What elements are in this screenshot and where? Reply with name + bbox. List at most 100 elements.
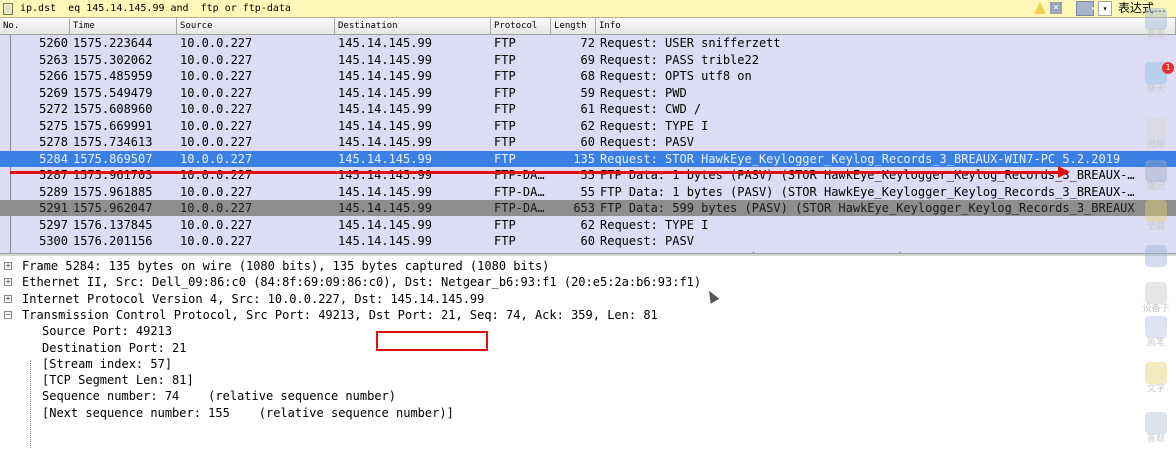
packet-length: 60 [580,234,595,248]
packet-row[interactable]: 5278 1575.734613 10.0.0.227 145.14.145.99 FT… [0,134,1176,150]
chat-badge: 1 [1162,62,1174,74]
packet-row[interactable]: 5300 1576.201156 10.0.0.227 145.14.145.99 FT… [0,233,1176,249]
warning-icon [1034,2,1046,14]
apply-filter-button[interactable] [1076,1,1094,16]
side-tool-button[interactable]: 答题 [1140,412,1172,445]
side-tool-icon [1145,412,1167,434]
packet-source: 10.0.0.227 [180,151,253,166]
packet-time: 1575.961885 [73,184,153,199]
side-tool-button[interactable]: 截图 [1140,8,1172,41]
side-tool-icon [1145,245,1167,267]
packet-row[interactable]: 5272 1575.608960 10.0.0.227 145.14.145.99 FT… [0,101,1176,117]
packet-list[interactable]: 5260 1575.223644 10.0.0.227 145.14.145.99 FT… [0,35,1176,253]
side-tool-button[interactable] [1140,245,1172,267]
column-source[interactable]: Source [177,18,335,34]
packet-row[interactable]: 5297 1576.137845 10.0.0.227 145.14.145.99 FT… [0,217,1176,233]
packet-info: Request: OPTS utf8 on [600,69,752,83]
detail-item-text: Transmission Control Protocol, Src Port:… [22,307,658,322]
tcp-field-text: Sequence number: 74 (relative sequence n… [42,389,397,404]
side-tool-icon [1145,160,1167,182]
packet-row[interactable]: 5266 1575.485959 10.0.0.227 145.14.145.99 FT… [0,68,1176,84]
packet-info: Request: PASV [600,234,694,248]
packet-no: 5266 [39,69,68,83]
column-destination[interactable]: Destination [335,18,491,34]
packet-source: 10.0.0.227 [180,69,253,83]
packet-row[interactable]: 5284 1575.869507 10.0.0.227 145.14.145.99 FT… [0,150,1176,167]
packet-row[interactable]: 5263 1575.302062 10.0.0.227 145.14.145.99 FT… [0,52,1176,68]
packet-protocol: FTP-DA… [494,184,545,199]
packet-info: FTP Data: 1 bytes (PASV) (STOR HawkEye_K… [600,168,1135,182]
packet-time: 1575.669991 [73,118,153,133]
packet-length: 69 [580,52,595,67]
packet-protocol: FTP [494,36,516,50]
side-tool-button[interactable]: 全屏 [1140,200,1172,233]
packet-info: Request: PWD [600,85,687,100]
packet-info: Request: PASV [600,135,694,149]
tcp-field-text: [Stream index: 57] [42,356,173,371]
packet-info: Request: CWD / [600,102,702,116]
packet-no: 5300 [39,234,68,248]
packet-row[interactable]: 5289 1575.961885 10.0.0.227 145.14.145.99 FT… [0,184,1176,200]
detail-tree-line [30,360,31,449]
packet-no: 5275 [39,118,68,133]
packet-protocol: FTP [494,85,516,100]
expand-toggle-icon[interactable]: − [4,310,12,319]
column-time[interactable]: Time [70,18,177,34]
packet-protocol: FTP [494,217,516,232]
side-tool-icon [1145,200,1167,222]
detail-item-text: Ethernet II, Src: Dell_09:86:c0 (84:8f:6… [22,275,702,290]
side-tool-label: 答题 [1146,434,1165,444]
packet-length: 60 [580,135,595,149]
side-tool-label: 设备于 [1142,304,1170,314]
packet-time: 1575.302062 [73,52,153,67]
packet-time: 1575.734613 [73,135,153,149]
side-tool-icon [1145,282,1167,304]
side-tool-button[interactable]: 文字 [1140,362,1172,395]
column-no[interactable]: No. [0,18,70,34]
packet-length: 653 [573,201,595,215]
packet-no: 5287 [39,168,68,182]
expand-toggle-icon[interactable]: + [4,278,12,287]
packet-source: 10.0.0.227 [180,85,253,100]
clear-filter-icon[interactable]: ✕ [1050,2,1062,14]
side-tool-icon [1145,118,1167,140]
column-info[interactable]: Info [596,18,1176,34]
bookmark-icon[interactable] [3,3,13,15]
side-tool-icon [1145,316,1167,338]
packet-destination: 145.14.145.99 [338,151,432,166]
display-filter-input[interactable]: ip.dst eq 145.14.145.99 and ftp or ftp-d… [20,2,291,16]
side-tool-button[interactable]: 擦除 [1140,118,1172,151]
packet-destination: 145.14.145.99 [338,184,432,199]
packet-length: 72 [580,36,595,50]
column-protocol[interactable]: Protocol [491,18,551,34]
side-tool-button[interactable]: 设备于 [1140,282,1172,315]
packet-source: 10.0.0.227 [180,102,253,116]
packet-destination: 145.14.145.99 [338,102,432,116]
packet-destination: 145.14.145.99 [338,217,432,232]
packet-row[interactable]: 5275 1575.669991 10.0.0.227 145.14.145.99 FT… [0,118,1176,134]
packet-no: 5284 [39,151,68,166]
tcp-field-text: [Next sequence number: 155 (relative seq… [42,405,454,420]
filter-history-dropdown[interactable]: ▾ [1098,1,1112,16]
packet-row[interactable]: 5269 1575.549479 10.0.0.227 145.14.145.99 FT… [0,85,1176,101]
column-length[interactable]: Length [551,18,596,34]
tcp-field-text: Source Port: 49213 [42,324,173,339]
packet-no: 5269 [39,85,68,100]
packet-destination: 145.14.145.99 [338,201,432,215]
side-tool-button[interactable]: 画笔 [1140,316,1172,349]
packet-no: 5291 [39,201,68,215]
expand-toggle-icon[interactable]: + [4,262,12,270]
packet-row[interactable]: 5287 1575.961703 10.0.0.227 145.14.145.99 FT… [0,167,1176,183]
packet-row[interactable]: 5291 1575.962047 10.0.0.227 145.14.145.99 FT… [0,200,1176,216]
annotation-highlight-box [376,331,488,351]
expand-toggle-icon[interactable]: + [4,294,12,303]
packet-details-pane[interactable]: + Frame 5284: 135 bytes on wire (1080 bit… [0,256,1176,449]
packet-row[interactable]: 5260 1575.223644 10.0.0.227 145.14.145.99 FT… [0,35,1176,51]
packet-source: 10.0.0.227 [180,135,253,149]
packet-no: 5263 [39,52,68,67]
side-tool-button[interactable]: 撤回 [1140,160,1172,193]
packet-info: Request: PASS trible22 [600,52,759,67]
packet-destination: 145.14.145.99 [338,36,432,50]
packet-time: 1575.608960 [73,102,153,116]
packet-info: Request: TYPE I [600,217,709,232]
